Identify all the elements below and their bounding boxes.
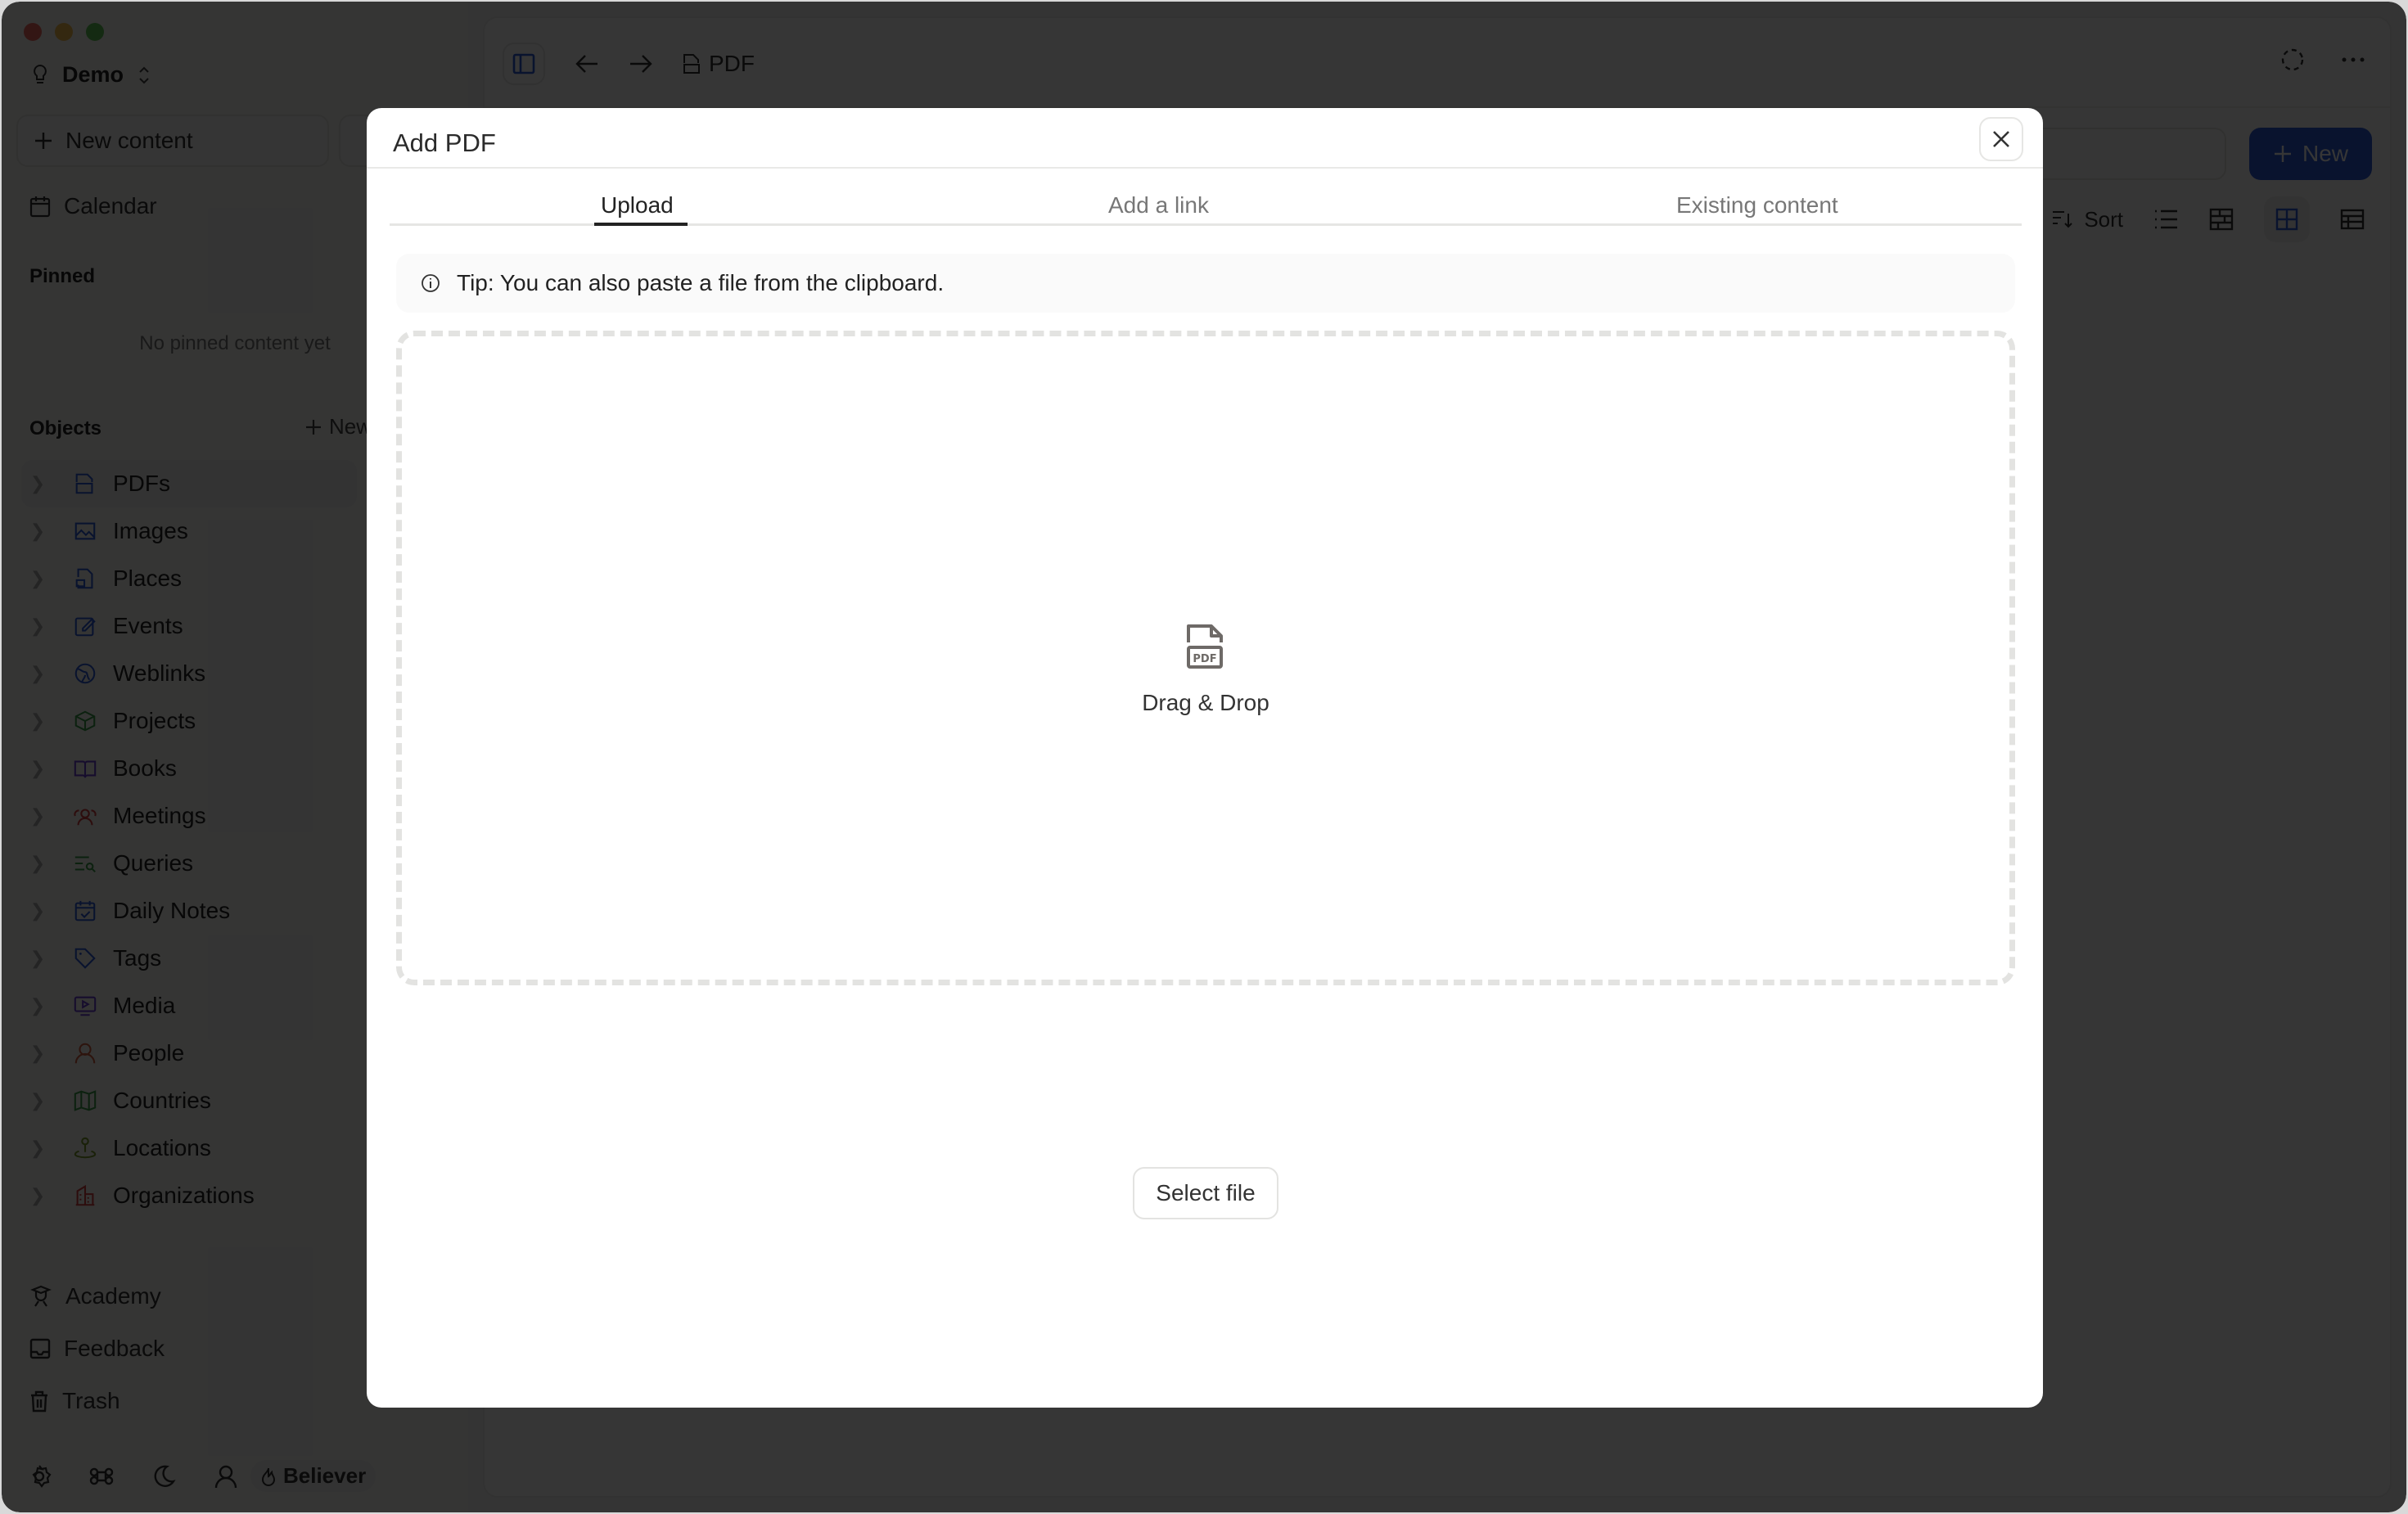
active-tab-indicator bbox=[594, 223, 688, 226]
info-icon bbox=[422, 274, 440, 292]
close-dialog-button[interactable] bbox=[1979, 117, 2023, 161]
tab-add-link[interactable]: Add a link bbox=[1108, 167, 1209, 226]
close-icon bbox=[1993, 131, 2009, 147]
tip-text: Tip: You can also paste a file from the … bbox=[457, 270, 945, 295]
svg-text:PDF: PDF bbox=[1193, 653, 1216, 665]
dialog-title: Add PDF bbox=[393, 128, 496, 157]
select-file-button[interactable]: Select file bbox=[1133, 1167, 1278, 1219]
dropzone-content: PDF Drag & Drop bbox=[402, 623, 2009, 716]
dropzone-label: Drag & Drop bbox=[1142, 690, 1269, 715]
tab-existing-content[interactable]: Existing content bbox=[1676, 167, 1838, 226]
pdf-file-icon: PDF bbox=[1187, 624, 1223, 669]
tab-upload[interactable]: Upload bbox=[601, 167, 674, 226]
app-window: Demo New content Calendar Pinned No pinn… bbox=[2, 2, 2406, 1512]
tip-banner: Tip: You can also paste a file from the … bbox=[396, 254, 2015, 313]
add-pdf-dialog: Add PDF Upload Add a link Existing conte… bbox=[367, 108, 2043, 1408]
file-dropzone[interactable]: PDF Drag & Drop bbox=[396, 331, 2015, 985]
dialog-tabs: Upload Add a link Existing content bbox=[390, 167, 2022, 226]
